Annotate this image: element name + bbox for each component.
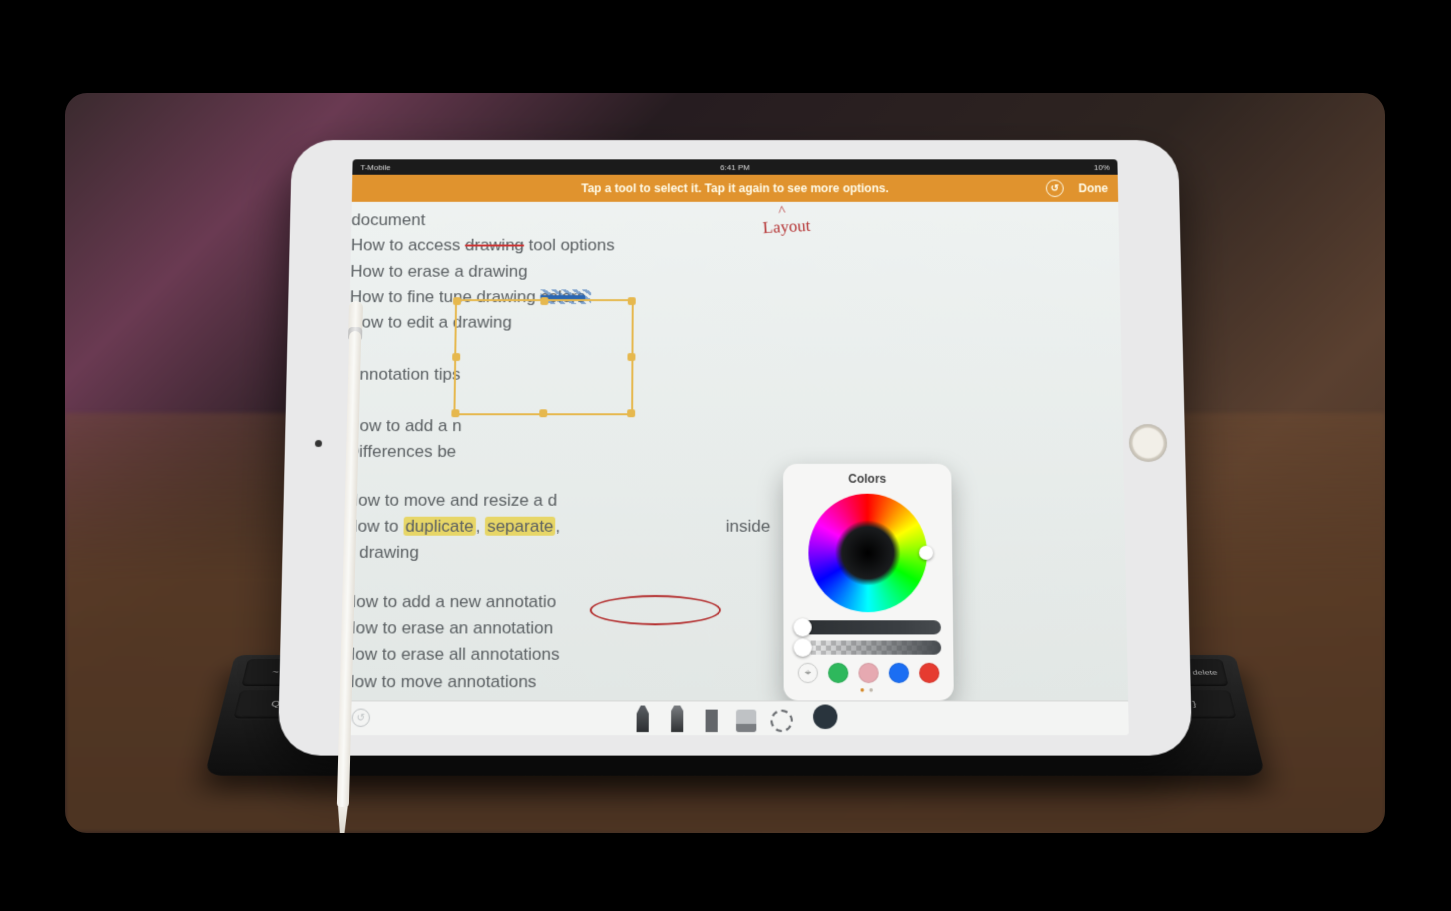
markup-hint-bar: Tap a tool to select it. Tap it again to…	[352, 175, 1118, 202]
doc-line: Differences be	[347, 439, 1124, 465]
carrier-label: T-Mobile	[360, 163, 390, 172]
highlighted-word: separate	[485, 517, 556, 536]
popover-title: Colors	[783, 464, 951, 490]
resize-handle-icon[interactable]	[451, 409, 459, 417]
color-swatch[interactable]	[919, 663, 939, 683]
doc-line: How to erase a drawing	[350, 259, 1120, 285]
selection-rectangle[interactable]	[453, 299, 633, 415]
photo-card: ~!@#$%^&*()_+delete QWERTYUIOP{} T-Mobil…	[65, 93, 1385, 833]
status-bar: T-Mobile 6:41 PM 10%	[352, 159, 1117, 174]
doc-line: How to add a n	[347, 413, 1123, 439]
resize-handle-icon[interactable]	[452, 353, 460, 361]
doc-line: How to erase an annotation	[343, 615, 1127, 642]
color-wheel[interactable]	[808, 494, 927, 612]
color-swatch[interactable]	[828, 663, 848, 683]
doc-line: a drawing	[345, 540, 1126, 566]
doc-line: How to move and resize a d	[346, 488, 1125, 514]
highlighted-word: duplicate	[403, 517, 476, 536]
doc-line: How to add a new annotatio	[344, 589, 1127, 616]
struck-word: drawing	[465, 236, 524, 254]
resize-handle-icon[interactable]	[627, 353, 635, 361]
doc-line: How to access drawing tool options	[351, 233, 1120, 259]
doc-line: How to duplicate, separate, inside	[345, 514, 1125, 540]
front-camera-icon	[315, 440, 322, 447]
resize-handle-icon[interactable]	[628, 297, 636, 305]
markup-hint-text: Tap a tool to select it. Tap it again to…	[581, 182, 889, 196]
page-dots[interactable]: ●●	[784, 685, 954, 694]
slider-knob[interactable]	[794, 618, 812, 636]
opacity-slider[interactable]	[796, 641, 942, 655]
current-color-swatch[interactable]	[813, 705, 837, 729]
lasso-tool[interactable]	[770, 710, 792, 732]
tray-undo-button[interactable]: ↺	[352, 709, 371, 727]
crayon-tool[interactable]	[667, 706, 687, 733]
document-canvas[interactable]: document How to access drawing tool opti…	[342, 202, 1128, 701]
handwritten-layout-label: Layout	[762, 216, 811, 238]
hue-knob[interactable]	[919, 546, 933, 560]
ipad-device: T-Mobile 6:41 PM 10% Tap a tool to selec…	[278, 140, 1192, 756]
doc-line: How to erase all annotations	[343, 642, 1128, 669]
battery-label: 10%	[1094, 163, 1110, 172]
color-swatch[interactable]	[889, 663, 909, 683]
fill-tool[interactable]	[702, 706, 722, 733]
pen-tool[interactable]	[633, 706, 653, 733]
ipad-screen: T-Mobile 6:41 PM 10% Tap a tool to selec…	[341, 159, 1129, 735]
resize-handle-icon[interactable]	[453, 297, 461, 305]
undo-button[interactable]: ↺	[1046, 180, 1064, 197]
resize-handle-icon[interactable]	[539, 409, 547, 417]
red-circle-annotation-icon	[590, 595, 721, 625]
brightness-slider[interactable]	[796, 620, 941, 634]
clock-label: 6:41 PM	[720, 163, 749, 172]
eraser-tool[interactable]	[736, 710, 756, 732]
doc-line: document	[351, 208, 1119, 234]
eyedropper-button[interactable]: ⌖	[798, 663, 818, 683]
done-button[interactable]: Done	[1078, 182, 1108, 196]
resize-handle-icon[interactable]	[540, 297, 548, 305]
home-button[interactable]	[1129, 424, 1168, 462]
slider-knob[interactable]	[794, 638, 812, 656]
color-picker-popover: Colors ⌖ ●●	[783, 464, 954, 701]
color-swatch[interactable]	[858, 663, 878, 683]
resize-handle-icon[interactable]	[627, 409, 635, 417]
doc-line: How to move annotations	[342, 669, 1128, 696]
markup-tool-tray: ↺	[341, 700, 1129, 735]
